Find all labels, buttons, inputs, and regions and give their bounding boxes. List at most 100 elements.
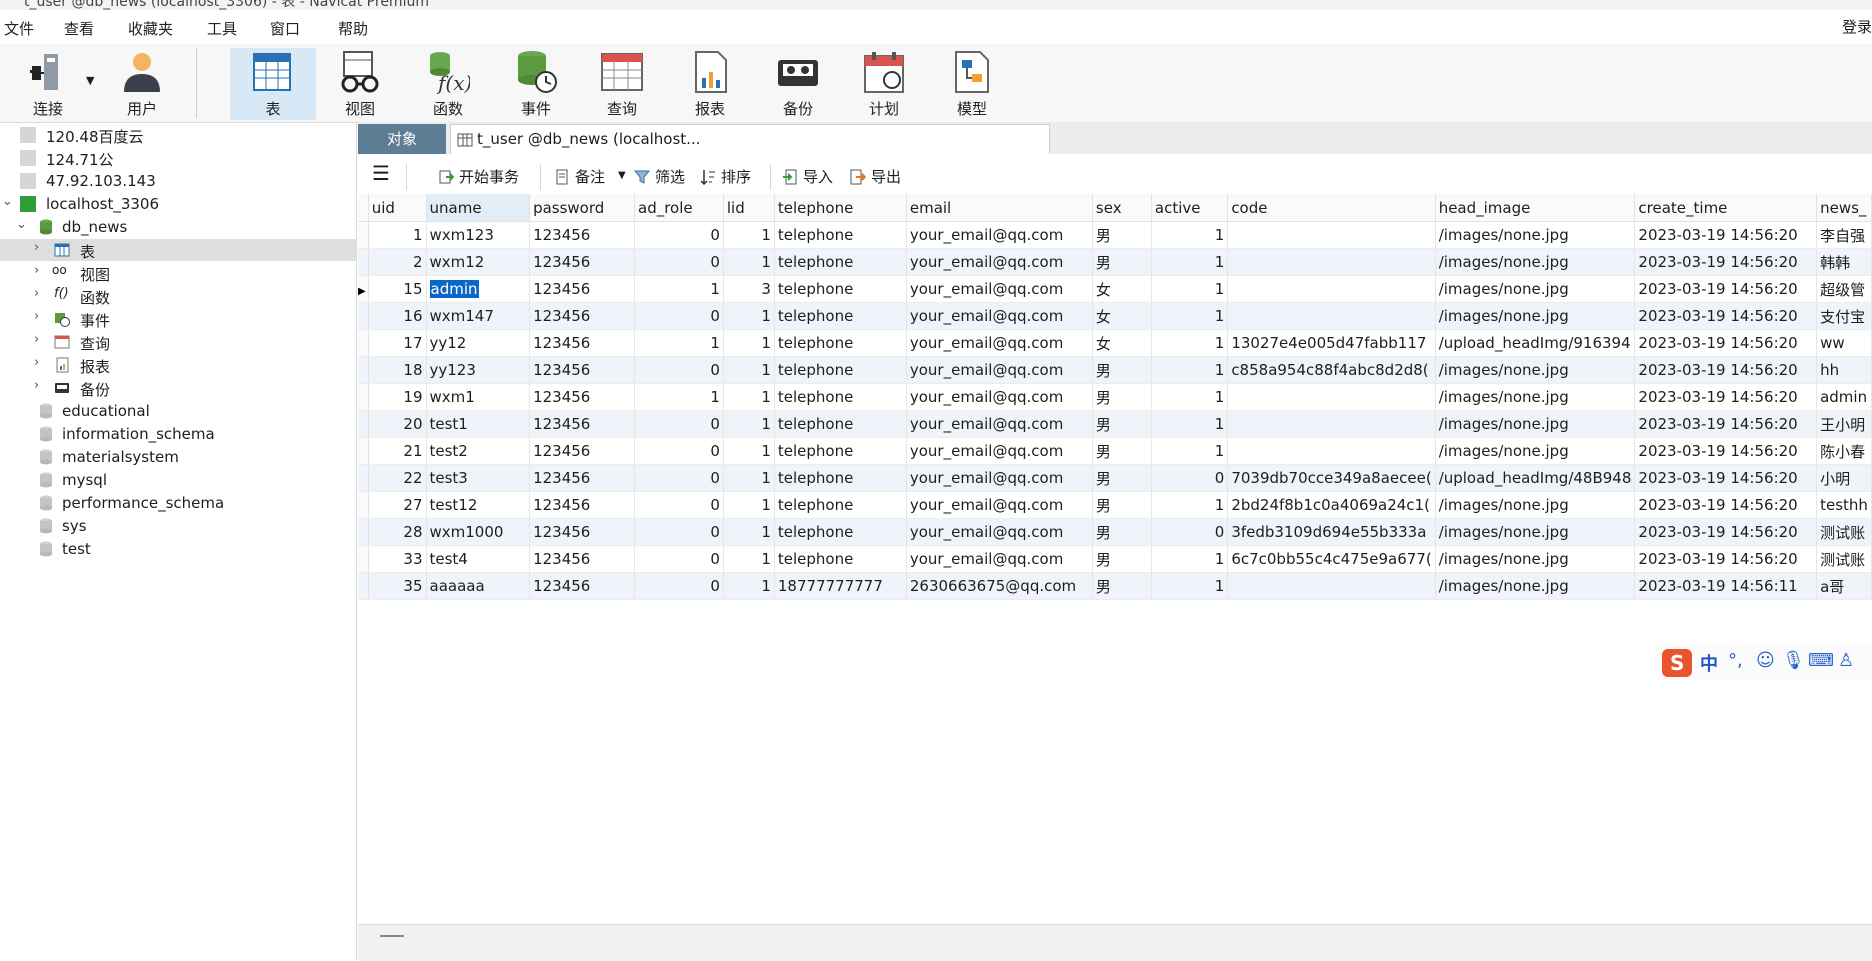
cell-head-image[interactable]: /images/none.jpg	[1435, 491, 1636, 519]
chevron-right-icon[interactable]: ›	[34, 263, 39, 278]
table-row[interactable]: 1 wxm123 123456 0 1 telephone your_email@qq.co…	[358, 221, 1872, 249]
cell-uname[interactable]: wxm1	[426, 383, 531, 411]
toolbar-function-button[interactable]: f(x) 函数	[406, 48, 490, 120]
cell-active[interactable]: 1	[1151, 248, 1229, 276]
tree-database[interactable]: mysql	[0, 469, 356, 491]
cell-code[interactable]	[1227, 437, 1436, 465]
row-indicator[interactable]	[358, 518, 369, 546]
row-indicator[interactable]	[358, 356, 369, 384]
cell-uid[interactable]: 16	[368, 302, 427, 330]
cell-email[interactable]: your_email@qq.com	[906, 248, 1093, 276]
cell-head-image[interactable]: /images/none.jpg	[1435, 383, 1636, 411]
cell-ad-role[interactable]: 0	[634, 410, 724, 438]
cell-uname[interactable]: admin	[426, 275, 531, 303]
cell-uname[interactable]: wxm147	[426, 302, 531, 330]
cell-lid[interactable]: 1	[723, 518, 775, 546]
cell-sex[interactable]: 男	[1092, 491, 1152, 519]
cell-telephone[interactable]: telephone	[774, 491, 907, 519]
cell-news[interactable]: 陈小春	[1816, 437, 1872, 465]
cell-password[interactable]: 123456	[529, 248, 635, 276]
cell-create-time[interactable]: 2023-03-19 14:56:20	[1634, 545, 1818, 573]
cell-active[interactable]: 1	[1151, 545, 1229, 573]
cell-create-time[interactable]: 2023-03-19 14:56:20	[1634, 356, 1818, 384]
table-row[interactable]: 21 test2 123456 0 1 telephone your_email@qq.co…	[358, 437, 1872, 465]
hamburger-menu-icon[interactable]: ☰	[372, 161, 390, 185]
table-row[interactable]: 22 test3 123456 0 1 telephone your_email@qq.co…	[358, 464, 1872, 492]
cell-news[interactable]: 测试账	[1816, 545, 1872, 573]
table-row[interactable]: 17 yy12 123456 1 1 telephone your_email@qq.com…	[358, 329, 1872, 357]
cell-ad-role[interactable]: 1	[634, 383, 724, 411]
table-row[interactable]: 2 wxm12 123456 0 1 telephone your_email@qq.com…	[358, 248, 1872, 276]
tree-database[interactable]: test	[0, 538, 356, 560]
cell-password[interactable]: 123456	[529, 302, 635, 330]
chevron-down-icon[interactable]: ⌄	[2, 194, 13, 209]
column-header-lid[interactable]: lid	[723, 194, 775, 222]
column-header-ad-role[interactable]: ad_role	[634, 194, 724, 222]
cell-sex[interactable]: 女	[1092, 329, 1152, 357]
cell-password[interactable]: 123456	[529, 275, 635, 303]
toolbar-user-button[interactable]: 用户	[100, 48, 184, 120]
cell-password[interactable]: 123456	[529, 545, 635, 573]
cell-active[interactable]: 0	[1151, 518, 1229, 546]
tree-database-open[interactable]: ⌄ db_news	[0, 216, 356, 238]
cell-telephone[interactable]: telephone	[774, 329, 907, 357]
cell-email[interactable]: your_email@qq.com	[906, 410, 1093, 438]
cell-sex[interactable]: 男	[1092, 383, 1152, 411]
row-indicator[interactable]: ▶	[358, 275, 369, 303]
tree-item-reports[interactable]: › 报表	[0, 354, 356, 376]
cell-news[interactable]: admin	[1816, 383, 1872, 411]
cell-telephone[interactable]: telephone	[774, 437, 907, 465]
cell-active[interactable]: 1	[1151, 356, 1229, 384]
cell-email[interactable]: your_email@qq.com	[906, 221, 1093, 249]
chevron-right-icon[interactable]: ›	[34, 309, 39, 324]
cell-uid[interactable]: 20	[368, 410, 427, 438]
cell-ad-role[interactable]: 0	[634, 302, 724, 330]
cell-ad-role[interactable]: 0	[634, 572, 724, 600]
toolbar-backup-button[interactable]: 备份	[756, 48, 840, 120]
cell-head-image[interactable]: /images/none.jpg	[1435, 572, 1636, 600]
cell-uid[interactable]: 35	[368, 572, 427, 600]
cell-email[interactable]: 2630663675@qq.com	[906, 572, 1093, 600]
minus-icon[interactable]	[380, 935, 404, 937]
cell-news[interactable]: a哥	[1816, 572, 1872, 600]
cell-news[interactable]: testhh	[1816, 491, 1872, 519]
cell-code[interactable]	[1227, 383, 1436, 411]
cell-ad-role[interactable]: 0	[634, 221, 724, 249]
tree-connection[interactable]: 124.71公	[0, 147, 356, 169]
cell-lid[interactable]: 1	[723, 572, 775, 600]
cell-create-time[interactable]: 2023-03-19 14:56:20	[1634, 491, 1818, 519]
chevron-down-icon[interactable]: ▼	[86, 74, 94, 87]
row-indicator[interactable]	[358, 221, 369, 249]
tree-database[interactable]: information_schema	[0, 423, 356, 445]
ime-toolbar[interactable]: S 中 °, ☺ 🎙 ⌨ ♙	[1656, 646, 1872, 680]
cell-news[interactable]: 支付宝	[1816, 302, 1872, 330]
cell-telephone[interactable]: telephone	[774, 464, 907, 492]
cell-password[interactable]: 123456	[529, 329, 635, 357]
row-indicator[interactable]	[358, 464, 369, 492]
cell-code[interactable]	[1227, 572, 1436, 600]
cell-lid[interactable]: 1	[723, 329, 775, 357]
import-button[interactable]: 导入	[782, 166, 833, 187]
cell-sex[interactable]: 男	[1092, 356, 1152, 384]
cell-code[interactable]	[1227, 410, 1436, 438]
cell-telephone[interactable]: telephone	[774, 248, 907, 276]
cell-email[interactable]: your_email@qq.com	[906, 491, 1093, 519]
cell-password[interactable]: 123456	[529, 518, 635, 546]
cell-uname[interactable]: test2	[426, 437, 531, 465]
column-header-uname[interactable]: uname	[426, 194, 531, 222]
begin-transaction-button[interactable]: 开始事务	[438, 166, 519, 187]
cell-email[interactable]: your_email@qq.com	[906, 329, 1093, 357]
column-header-password[interactable]: password	[529, 194, 635, 222]
cell-active[interactable]: 1	[1151, 410, 1229, 438]
cell-lid[interactable]: 1	[723, 383, 775, 411]
table-row[interactable]: 27 test12 123456 0 1 telephone your_email@qq.c…	[358, 491, 1872, 519]
table-row[interactable]: ▶ 15 admin 123456 1 3 telephone your_email@qq.c…	[358, 275, 1872, 303]
cell-create-time[interactable]: 2023-03-19 14:56:20	[1634, 329, 1818, 357]
cell-create-time[interactable]: 2023-03-19 14:56:20	[1634, 302, 1818, 330]
chevron-right-icon[interactable]: ›	[34, 378, 39, 393]
cell-ad-role[interactable]: 0	[634, 518, 724, 546]
table-row[interactable]: 18 yy123 123456 0 1 telephone your_email@qq.co…	[358, 356, 1872, 384]
tree-connection[interactable]: 120.48百度云	[0, 124, 356, 146]
cell-telephone[interactable]: telephone	[774, 518, 907, 546]
cell-create-time[interactable]: 2023-03-19 14:56:20	[1634, 248, 1818, 276]
